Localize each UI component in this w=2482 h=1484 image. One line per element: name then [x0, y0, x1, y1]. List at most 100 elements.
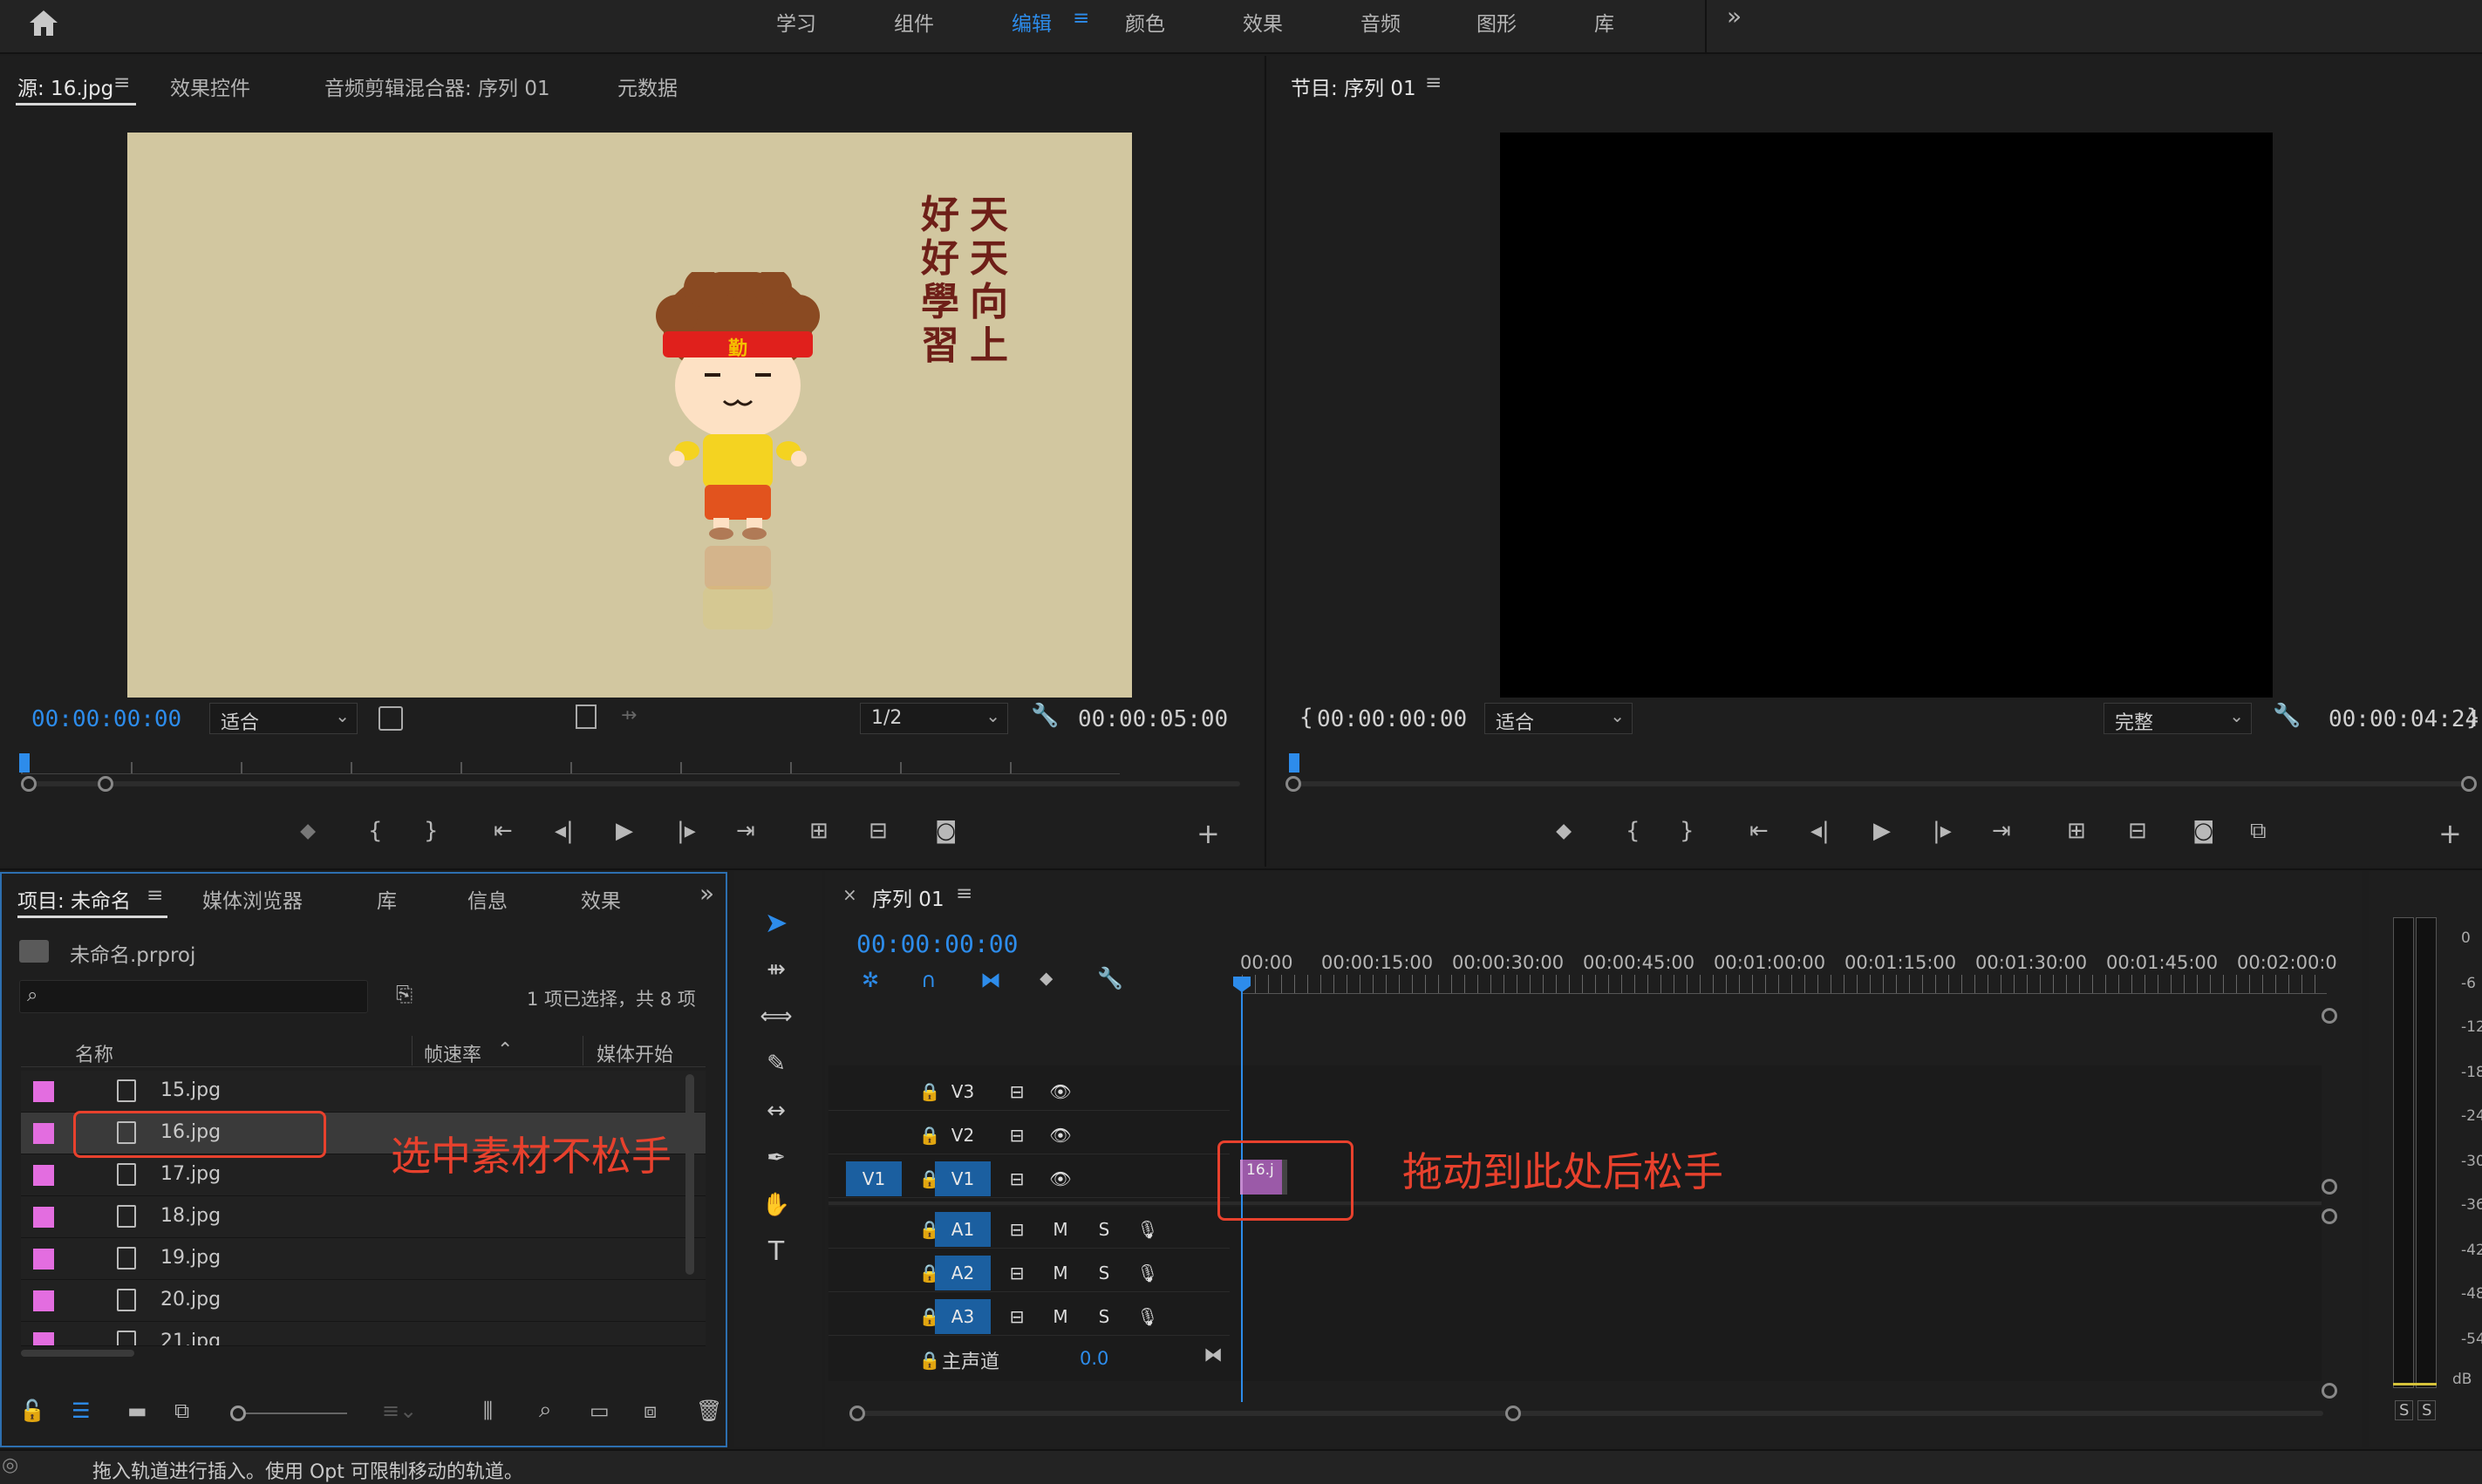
add-marker-icon[interactable]: ⬥ — [1556, 820, 1572, 842]
track-label-a1[interactable]: A1 — [935, 1212, 991, 1247]
workspace-assembly[interactable]: 组件 — [894, 7, 934, 37]
new-bin-icon[interactable]: ▭ — [590, 1400, 610, 1421]
go-to-out-icon[interactable]: ⇥ — [1992, 820, 2011, 842]
v-scroll-handle[interactable] — [2322, 1008, 2337, 1024]
playback-quality-dropdown[interactable]: 完整 ⌄ — [2104, 703, 2252, 734]
add-marker-icon[interactable]: ⬥ — [1040, 970, 1053, 989]
compare-view-icon[interactable]: ⧉ — [2250, 820, 2267, 842]
tab-source[interactable]: 源: 16.jpg — [17, 71, 113, 101]
zoom-handle-left[interactable] — [1285, 776, 1301, 792]
step-back-icon[interactable]: ◂| — [1810, 820, 1830, 842]
master-volume[interactable]: 0.0 — [1080, 1348, 1108, 1369]
more-tabs-icon[interactable]: » — [699, 879, 714, 908]
meter-solo-left[interactable]: S — [2395, 1400, 2414, 1420]
automate-to-sequence-icon[interactable]: ⫼ — [483, 1400, 493, 1421]
v-scroll-handle[interactable] — [2322, 1179, 2337, 1195]
step-forward-icon[interactable]: |▸ — [1933, 820, 1952, 842]
timeline-timecode[interactable]: 00:00:00:00 — [856, 929, 1018, 958]
nest-toggle-icon[interactable]: ✲ — [862, 970, 879, 990]
source-zoom-bar[interactable] — [21, 781, 1240, 786]
tab-media-browser[interactable]: 媒体浏览器 — [202, 884, 303, 914]
horizontal-scrollbar[interactable] — [21, 1350, 134, 1357]
add-marker-icon[interactable]: ⬥ — [300, 820, 316, 842]
program-playhead[interactable] — [1289, 753, 1299, 773]
razor-tool-icon[interactable]: ✎ — [757, 1045, 795, 1083]
a-scroll-handle[interactable] — [2322, 1383, 2337, 1399]
source-patch-v1[interactable]: V1 — [846, 1161, 902, 1196]
track-label-v3[interactable]: V3 — [935, 1074, 991, 1109]
linked-selection-icon[interactable]: ⧓ — [980, 970, 1001, 990]
panel-divider[interactable] — [1265, 56, 1266, 867]
list-view-icon[interactable]: ☰ — [72, 1400, 91, 1421]
search-input[interactable]: ⌕ — [19, 980, 368, 1013]
trash-icon[interactable]: 🗑 — [696, 1400, 722, 1421]
play-icon[interactable]: ▶ — [616, 820, 633, 842]
eye-icon[interactable]: 👁 — [1033, 1074, 1088, 1109]
workspace-editing[interactable]: 编辑 — [1012, 7, 1052, 37]
tab-program[interactable]: 节目: 序列 01 — [1291, 71, 1416, 101]
resolution-dropdown[interactable]: 1/2 ⌄ — [860, 703, 1008, 734]
column-frame-rate[interactable]: 帧速率 — [424, 1039, 481, 1067]
selection-tool-icon[interactable]: ➤ — [757, 903, 795, 942]
tab-project-menu-icon[interactable]: ≡ — [147, 884, 163, 907]
step-back-icon[interactable]: ◂| — [555, 820, 574, 842]
program-timecode[interactable]: 00:00:00:00 — [1317, 706, 1467, 732]
find-icon[interactable]: ⌕ — [539, 1399, 552, 1421]
track-label-a3[interactable]: A3 — [935, 1299, 991, 1334]
zoom-handle-right[interactable] — [2461, 776, 2477, 792]
zoom-slider-handle[interactable] — [230, 1406, 246, 1421]
eye-icon[interactable]: 👁 — [1033, 1161, 1088, 1196]
list-item[interactable]: 15.jpg — [21, 1071, 706, 1113]
go-to-in-icon[interactable]: ⇤ — [1749, 820, 1769, 842]
mark-in-icon[interactable]: { — [1626, 820, 1640, 842]
sort-icons-icon[interactable]: ≡⌄ — [382, 1400, 417, 1421]
hand-tool-icon[interactable]: ✋ — [757, 1186, 795, 1224]
tab-libraries[interactable]: 库 — [377, 884, 397, 914]
h-scroll-handle-left[interactable] — [849, 1406, 865, 1421]
pen-tool-icon[interactable]: ✒ — [757, 1139, 795, 1177]
wrench-icon[interactable]: 🔧 — [1031, 705, 1059, 727]
track-label-v2[interactable]: V2 — [935, 1118, 991, 1153]
lock-icon[interactable]: 🔓 — [19, 1400, 45, 1421]
icon-view-icon[interactable]: ▬ — [127, 1400, 147, 1421]
track-label-v1[interactable]: V1 — [935, 1161, 991, 1196]
more-workspaces-icon[interactable]: » — [1727, 2, 1742, 31]
type-tool-icon[interactable]: T — [757, 1233, 795, 1271]
track-select-tool-icon[interactable]: ⇻ — [757, 950, 795, 989]
tab-info[interactable]: 信息 — [467, 884, 508, 914]
timeline-settings-icon[interactable]: 🔧 — [1097, 968, 1123, 989]
source-zoom-dropdown[interactable]: 适合 ⌄ — [209, 703, 358, 734]
tab-source-menu-icon[interactable]: ≡ — [113, 71, 130, 94]
list-scrollbar[interactable] — [685, 1074, 694, 1275]
tab-sequence-menu-icon[interactable]: ≡ — [956, 882, 972, 905]
list-item[interactable]: 20.jpg — [21, 1280, 706, 1322]
go-to-out-icon[interactable]: ⇥ — [736, 820, 755, 842]
column-media-start[interactable]: 媒体开始 — [597, 1039, 673, 1067]
timeline-h-scrollbar[interactable] — [858, 1411, 2323, 1416]
a-scroll-handle[interactable] — [2322, 1208, 2337, 1224]
workspace-learn[interactable]: 学习 — [776, 7, 816, 37]
overwrite-clip-icon[interactable]: ⊟ — [869, 820, 888, 842]
settings-toggle-icon[interactable] — [378, 706, 403, 731]
program-zoom-dropdown[interactable]: 适合 ⌄ — [1484, 703, 1633, 734]
column-name[interactable]: 名称 — [75, 1039, 113, 1067]
source-playhead[interactable] — [19, 753, 30, 773]
step-forward-icon[interactable]: |▸ — [677, 820, 696, 842]
zoom-handle-left[interactable] — [21, 776, 37, 792]
play-icon[interactable]: ▶ — [1873, 820, 1891, 842]
lift-icon[interactable]: ⊞ — [2067, 820, 2086, 842]
mark-in-icon[interactable]: { — [368, 820, 383, 842]
microphone-icon[interactable]: 🎙 — [1120, 1212, 1176, 1247]
tab-sequence[interactable]: 序列 01 — [872, 882, 944, 912]
eye-icon[interactable]: 👁 — [1033, 1118, 1088, 1153]
list-item[interactable]: 21.jpg — [21, 1322, 706, 1346]
source-timecode[interactable]: 00:00:00:00 — [31, 706, 181, 732]
extract-icon[interactable]: ⊟ — [2128, 820, 2147, 842]
new-search-bin-icon[interactable]: ⎘ — [396, 984, 413, 1004]
h-scroll-handle-right[interactable] — [1505, 1406, 1521, 1421]
time-ruler[interactable] — [1242, 975, 2327, 994]
horizontal-divider[interactable] — [0, 868, 2482, 870]
insert-clip-icon[interactable]: ⊞ — [809, 820, 828, 842]
zoom-slider[interactable] — [234, 1413, 347, 1414]
microphone-icon[interactable]: 🎙 — [1120, 1256, 1176, 1290]
